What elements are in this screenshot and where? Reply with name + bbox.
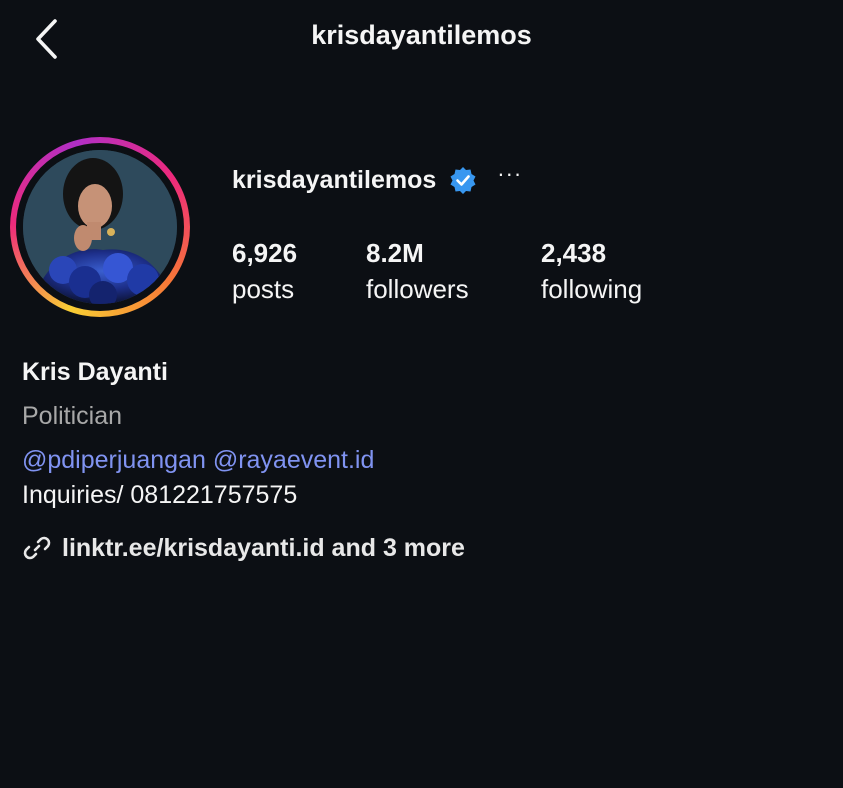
avatar-story-ring	[10, 137, 190, 317]
link-icon	[23, 536, 51, 560]
bio-category: Politician	[22, 402, 123, 430]
verified-badge-icon	[450, 167, 476, 194]
following-label: following	[541, 274, 643, 304]
following-count: 2,438	[541, 238, 607, 268]
posts-label: posts	[232, 274, 295, 304]
posts-stat[interactable]: 6,926 posts	[232, 236, 297, 308]
profile-photo	[23, 150, 177, 304]
mention-link-pdiperjuangan[interactable]: @pdiperjuangan	[22, 446, 206, 474]
bio-link-text: linktr.ee/krisdayanti.id and 3 more	[62, 533, 465, 562]
profile-username: krisdayantilemos	[232, 165, 437, 194]
bio-inquiries: Inquiries/ 081221757575	[22, 481, 298, 509]
bio-full-name: Kris Dayanti	[22, 358, 168, 386]
username-row: krisdayantilemos ···	[232, 162, 522, 198]
more-options-button[interactable]: ···	[497, 163, 522, 185]
followers-stat[interactable]: 8.2M followers	[366, 236, 469, 308]
followers-count: 8.2M	[366, 238, 424, 268]
page-title: krisdayantilemos	[311, 20, 532, 50]
top-bar: krisdayantilemos	[0, 0, 843, 78]
mention-link-rayaevent[interactable]: @rayaevent.id	[213, 446, 375, 474]
followers-label: followers	[366, 274, 469, 304]
posts-count: 6,926	[232, 238, 298, 268]
avatar[interactable]	[23, 150, 177, 304]
following-stat[interactable]: 2,438 following	[541, 236, 642, 308]
bio-external-link[interactable]: linktr.ee/krisdayanti.id and 3 more	[22, 533, 465, 563]
bio-mentions: @pdiperjuangan @rayaevent.id	[22, 446, 374, 475]
